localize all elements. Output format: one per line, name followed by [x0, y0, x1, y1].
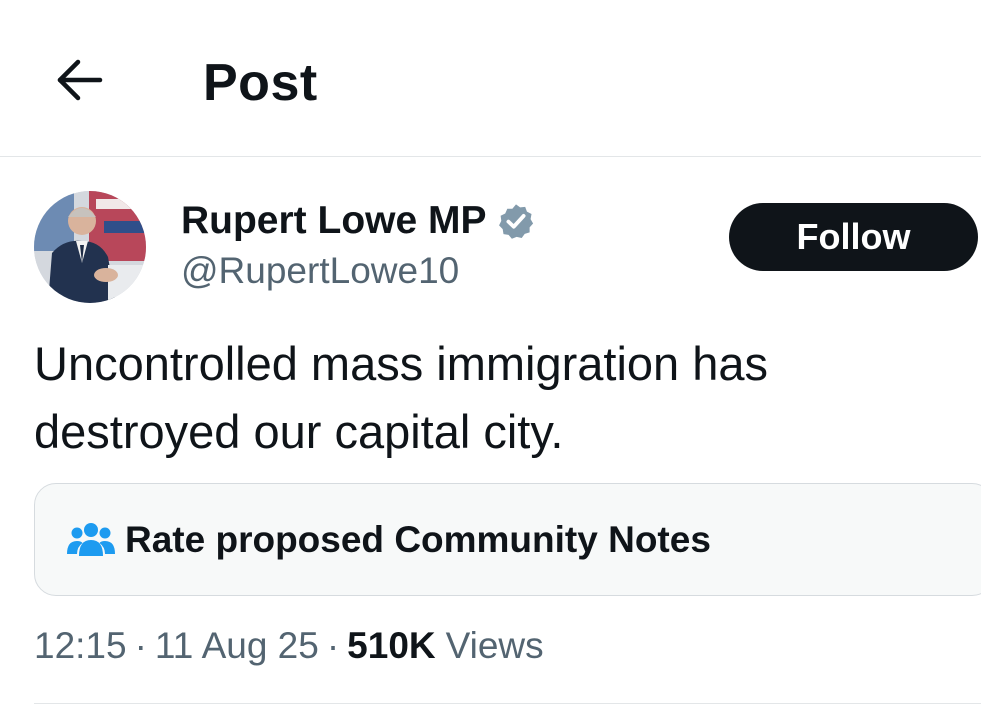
- author-name[interactable]: Rupert Lowe MP: [181, 196, 487, 246]
- avatar-image: [34, 191, 146, 303]
- author-handle[interactable]: @RupertLowe10: [181, 246, 459, 296]
- post-text: Uncontrolled mass immigration has destro…: [34, 337, 769, 458]
- community-notes-label: Rate proposed Community Notes: [125, 518, 711, 560]
- divider: [34, 703, 981, 704]
- verified-badge-icon[interactable]: [497, 202, 535, 240]
- author-name-row[interactable]: Rupert Lowe MP: [181, 196, 535, 246]
- views-label: Views: [445, 625, 544, 666]
- top-bar: Post: [0, 0, 981, 157]
- meta-separator: ·: [134, 625, 147, 666]
- post-time[interactable]: 12:15: [34, 625, 127, 667]
- people-group-icon: [67, 520, 115, 560]
- community-notes-button[interactable]: Rate proposed Community Notes: [34, 483, 981, 596]
- post-date[interactable]: 11 Aug 25: [155, 625, 319, 667]
- page-title: Post: [203, 54, 318, 112]
- meta-separator: ·: [326, 625, 340, 666]
- back-button[interactable]: [48, 52, 110, 108]
- avatar[interactable]: [34, 191, 146, 303]
- follow-button[interactable]: Follow: [729, 203, 978, 271]
- views-count[interactable]: 510K: [347, 625, 435, 667]
- post-meta: 12:15 · 11 Aug 25 · 510K Views: [34, 620, 544, 672]
- arrow-left-icon: [57, 59, 103, 101]
